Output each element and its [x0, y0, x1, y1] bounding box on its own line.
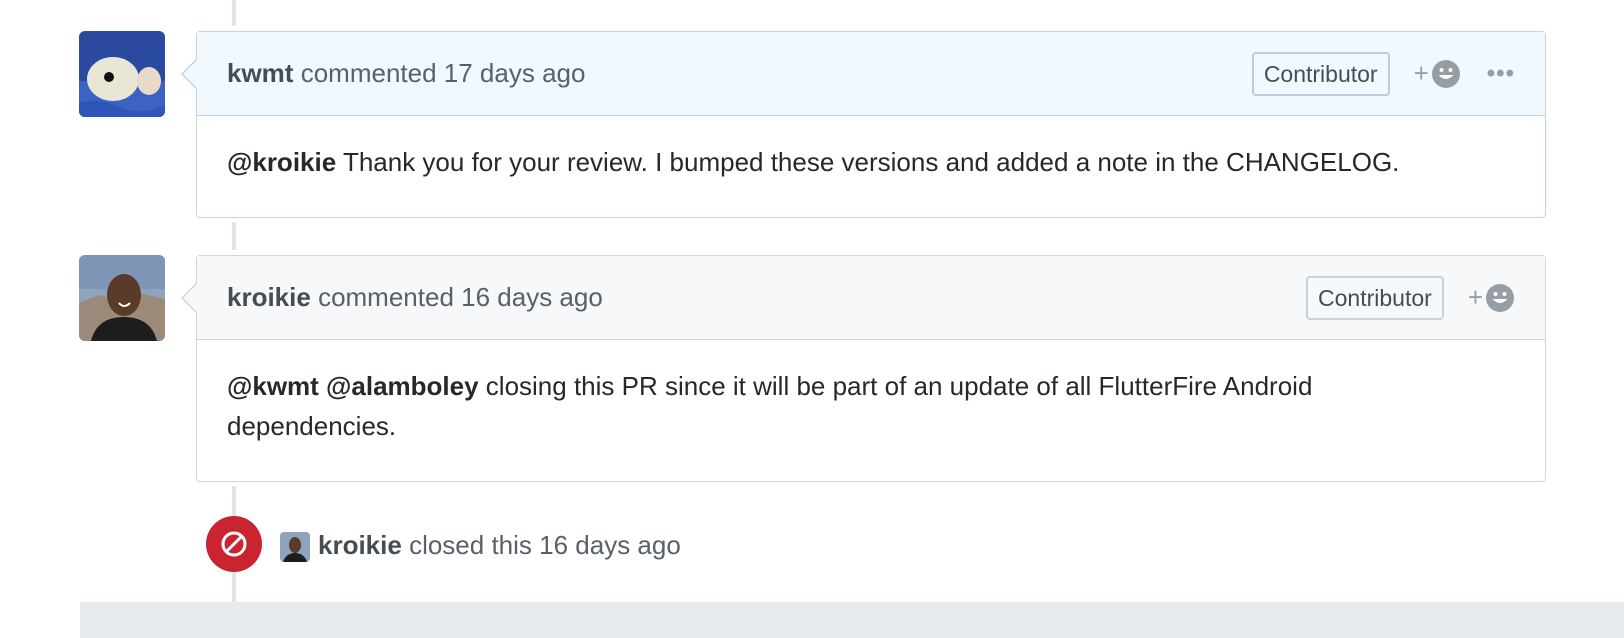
- smiley-icon: [1431, 59, 1460, 88]
- avatar-kroikie-small[interactable]: [280, 532, 310, 562]
- comment-header: kwmt commented 17 days ago Contributor +…: [181, 32, 1545, 116]
- closed-event-badge: [206, 516, 262, 572]
- mention-link[interactable]: @kwmt @alamboley: [227, 371, 479, 401]
- comment-header: kroikie commented 16 days ago Contributo…: [181, 256, 1545, 340]
- comment-text: Thank you for your review. I bumped thes…: [336, 147, 1400, 177]
- event-action: closed this: [409, 530, 532, 560]
- circle-slash-icon: [221, 531, 247, 557]
- comment-action: commented: [300, 58, 437, 88]
- comment-author[interactable]: kwmt: [227, 58, 293, 88]
- contributor-badge: Contributor: [1251, 51, 1390, 96]
- add-reaction-button[interactable]: +: [1414, 58, 1461, 89]
- comment-header-text: kroikie commented 16 days ago: [227, 282, 1306, 313]
- comment-timestamp[interactable]: 17 days ago: [444, 58, 586, 88]
- smiley-icon: [1486, 283, 1514, 312]
- timeline-divider: [80, 602, 1624, 638]
- comment-timestamp[interactable]: 16 days ago: [461, 282, 603, 312]
- add-reaction-button[interactable]: +: [1468, 282, 1515, 313]
- comment-header-text: kwmt commented 17 days ago: [227, 58, 1252, 89]
- event-timestamp[interactable]: 16 days ago: [539, 530, 681, 560]
- event-actor[interactable]: kroikie: [318, 530, 402, 560]
- closed-event-text: kroikie closed this 16 days ago: [318, 530, 681, 561]
- plus-icon: +: [1413, 58, 1429, 88]
- comment-kroikie: kroikie commented 16 days ago Contributo…: [181, 255, 1546, 482]
- comment-kwmt: kwmt commented 17 days ago Contributor +…: [181, 31, 1546, 218]
- comment-body: @kroikie Thank you for your review. I bu…: [197, 116, 1545, 208]
- timeline-line: [232, 0, 236, 26]
- comment-body: @kwmt @alamboley closing this PR since i…: [197, 340, 1545, 472]
- comment-action: commented: [318, 282, 454, 312]
- mention-link[interactable]: @kroikie: [227, 147, 336, 177]
- avatar-kroikie[interactable]: [79, 255, 165, 341]
- comment-author[interactable]: kroikie: [227, 282, 311, 312]
- more-options-icon[interactable]: •••: [1487, 60, 1515, 88]
- avatar-kwmt[interactable]: [79, 31, 165, 117]
- plus-icon: +: [1467, 282, 1483, 312]
- timeline-line: [232, 222, 236, 250]
- contributor-badge: Contributor: [1306, 275, 1444, 320]
